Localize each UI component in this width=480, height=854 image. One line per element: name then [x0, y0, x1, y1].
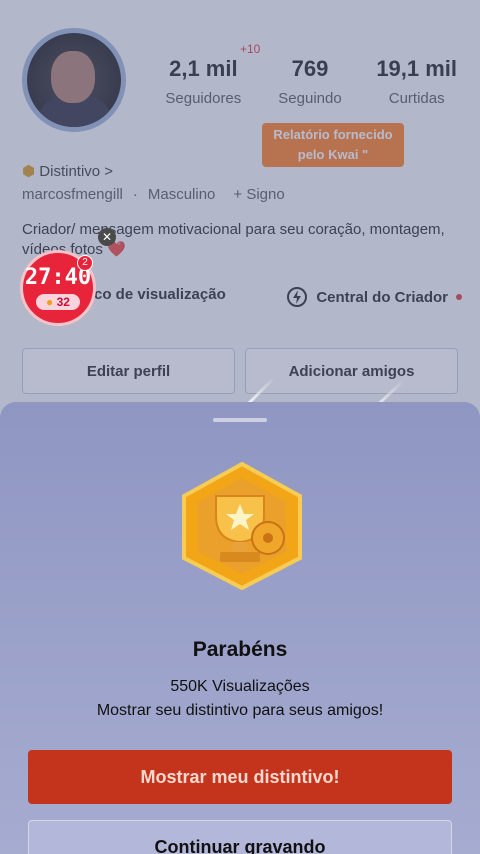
sheet-title: Parabéns	[192, 638, 288, 661]
badge-reward-sheet: Parabéns 550K Visualizações Mostrar seu …	[0, 402, 480, 854]
reward-timer-widget[interactable]: 2 27:40 ● 32	[20, 250, 96, 326]
show-badge-button[interactable]: Mostrar meu distintivo!	[28, 750, 452, 804]
coin-icon: ●	[46, 295, 54, 309]
sheet-views: 550K Visualizações	[170, 678, 310, 695]
sheet-drag-handle[interactable]	[213, 418, 267, 422]
close-icon[interactable]: ✕	[98, 228, 116, 246]
coin-count: 32	[56, 295, 70, 309]
timer-coins: ● 32	[36, 294, 80, 310]
trophy-badge-icon	[182, 461, 302, 590]
timer-count-badge: 2	[77, 255, 93, 271]
sheet-message: Mostrar seu distintivo para seus amigos!	[96, 702, 384, 719]
continue-recording-button[interactable]: Continuar gravando	[28, 820, 452, 854]
